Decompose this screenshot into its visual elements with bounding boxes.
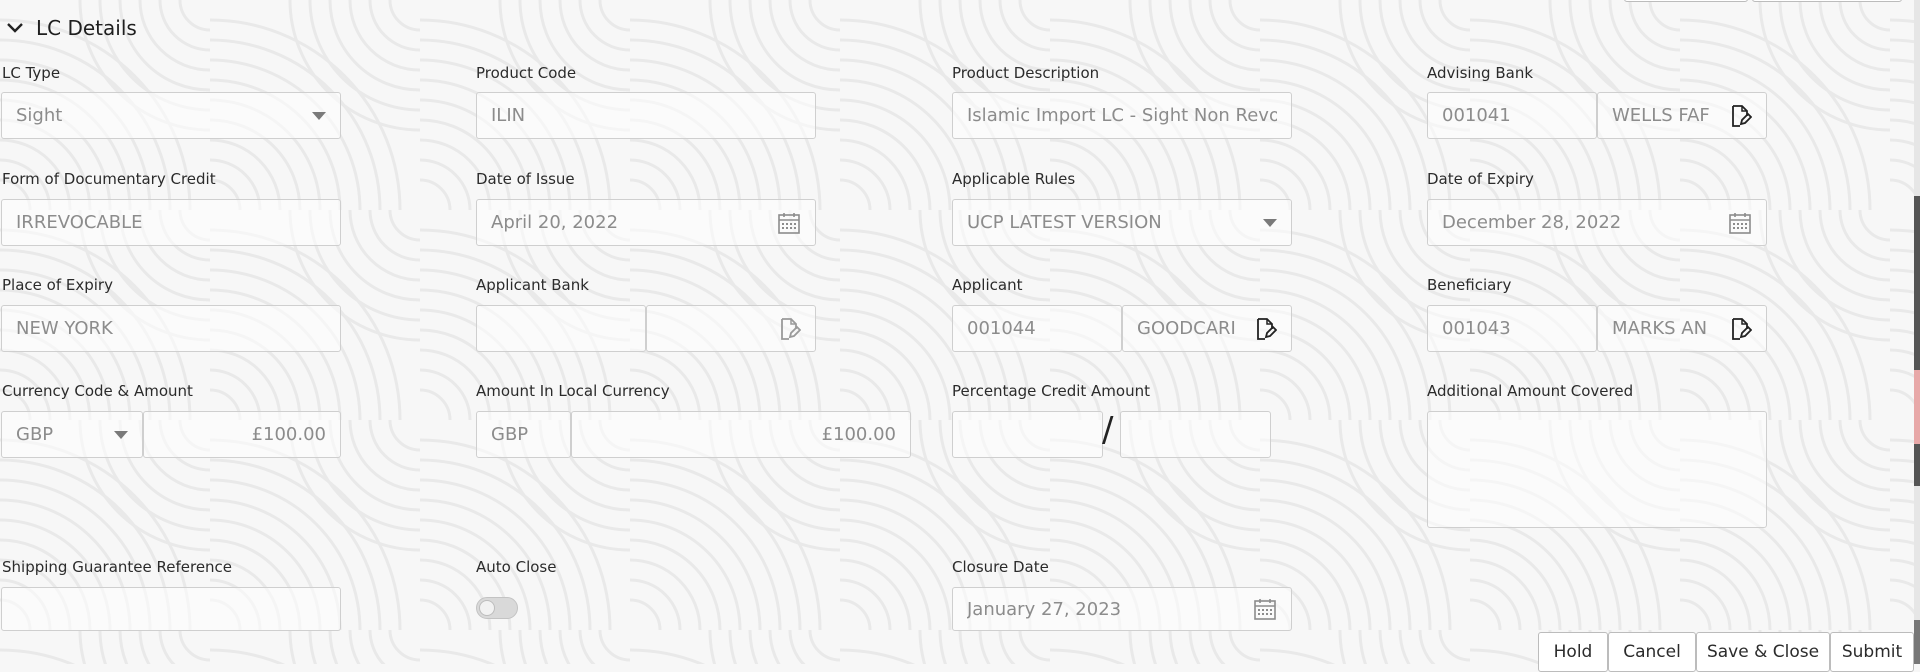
applicable-rules-value: UCP LATEST VERSION xyxy=(967,212,1162,233)
applicant-code-field[interactable]: 001044 xyxy=(952,305,1122,352)
product-code-label: Product Code xyxy=(476,64,577,82)
applicant-bank-code-field[interactable] xyxy=(476,305,646,352)
closure-date-value: January 27, 2023 xyxy=(967,598,1122,620)
currency-code-value: GBP xyxy=(16,424,54,445)
beneficiary-name-field[interactable]: MARKS AN xyxy=(1597,305,1767,352)
beneficiary-name: MARKS AN xyxy=(1612,318,1708,339)
advising-bank-name: WELLS FAF xyxy=(1612,105,1710,126)
local-currency-code: GBP xyxy=(491,424,529,445)
percentage-separator: / xyxy=(1102,410,1114,450)
applicant-label: Applicant xyxy=(952,276,1023,294)
percentage-credit-left-field[interactable] xyxy=(952,411,1103,458)
additional-amount-label: Additional Amount Covered xyxy=(1427,382,1634,400)
chevron-down-icon[interactable] xyxy=(4,17,26,39)
applicant-bank-label: Applicant Bank xyxy=(476,276,589,294)
advising-bank-name-field[interactable]: WELLS FAF xyxy=(1597,92,1767,139)
place-of-expiry-field[interactable]: NEW YORK xyxy=(1,305,341,352)
document-edit-icon[interactable] xyxy=(1728,104,1752,128)
currency-amount-label: Currency Code & Amount xyxy=(2,382,193,400)
advising-bank-code-field[interactable]: 001041 xyxy=(1427,92,1597,139)
product-description-value: Islamic Import LC - Sight Non Revolv xyxy=(967,105,1277,126)
date-of-issue-value: April 20, 2022 xyxy=(491,212,619,233)
closure-date-field[interactable]: January 27, 2023 xyxy=(952,587,1292,631)
lc-type-label: LC Type xyxy=(2,64,61,82)
place-of-expiry-label: Place of Expiry xyxy=(2,276,113,294)
amount-value: £100.00 xyxy=(251,424,326,445)
hold-button[interactable]: Hold xyxy=(1538,632,1608,672)
beneficiary-code: 001043 xyxy=(1442,318,1511,339)
auto-close-toggle[interactable] xyxy=(476,597,518,619)
document-edit-icon[interactable] xyxy=(1253,317,1277,341)
product-code-value: ILIN xyxy=(491,105,526,126)
product-code-field[interactable]: ILIN xyxy=(476,92,816,139)
section-header-lc-details[interactable]: LC Details xyxy=(0,12,137,44)
scrollbar-marker xyxy=(1914,370,1920,444)
advising-bank-label: Advising Bank xyxy=(1427,64,1534,82)
document-edit-icon[interactable] xyxy=(1728,317,1752,341)
beneficiary-label: Beneficiary xyxy=(1427,276,1512,294)
section-title: LC Details xyxy=(36,16,137,40)
place-of-expiry-value: NEW YORK xyxy=(16,318,113,339)
form-of-credit-value: IRREVOCABLE xyxy=(16,212,143,233)
currency-code-select[interactable]: GBP xyxy=(1,411,143,458)
caret-down-icon xyxy=(114,430,128,439)
applicant-name-field[interactable]: GOODCARI xyxy=(1122,305,1292,352)
lc-type-select[interactable]: Sight xyxy=(1,92,341,139)
local-amount-field[interactable]: £100.00 xyxy=(571,411,911,458)
product-description-field[interactable]: Islamic Import LC - Sight Non Revolv xyxy=(952,92,1292,139)
shipping-guarantee-label: Shipping Guarantee Reference xyxy=(2,558,233,576)
percentage-credit-label: Percentage Credit Amount xyxy=(952,382,1150,400)
date-of-expiry-label: Date of Expiry xyxy=(1427,170,1534,188)
applicable-rules-select[interactable]: UCP LATEST VERSION xyxy=(952,199,1292,246)
submit-button[interactable]: Submit xyxy=(1830,632,1914,672)
top-button-partial-1[interactable] xyxy=(1624,0,1748,2)
local-currency-code-field[interactable]: GBP xyxy=(476,411,571,458)
product-description-label: Product Description xyxy=(952,64,1100,82)
caret-down-icon xyxy=(312,111,326,120)
date-of-expiry-value: December 28, 2022 xyxy=(1442,212,1622,233)
applicable-rules-label: Applicable Rules xyxy=(952,170,1076,188)
date-of-issue-field[interactable]: April 20, 2022 xyxy=(476,199,816,246)
calendar-icon[interactable] xyxy=(777,211,801,235)
save-close-button[interactable]: Save & Close xyxy=(1696,632,1830,672)
local-currency-label: Amount In Local Currency xyxy=(476,382,670,400)
applicant-bank-name-field[interactable] xyxy=(646,305,816,352)
additional-amount-textarea[interactable] xyxy=(1427,411,1767,528)
scrollbar-thumb-secondary[interactable] xyxy=(1914,620,1920,664)
form-of-credit-label: Form of Documentary Credit xyxy=(2,170,216,188)
caret-down-icon xyxy=(1263,218,1277,227)
closure-date-label: Closure Date xyxy=(952,558,1049,576)
beneficiary-code-field[interactable]: 001043 xyxy=(1427,305,1597,352)
document-edit-icon[interactable] xyxy=(777,317,801,341)
applicant-name: GOODCARI xyxy=(1137,318,1236,339)
amount-field[interactable]: £100.00 xyxy=(143,411,341,458)
auto-close-label: Auto Close xyxy=(476,558,557,576)
form-of-credit-field[interactable]: IRREVOCABLE xyxy=(1,199,341,246)
shipping-guarantee-field[interactable] xyxy=(1,587,341,631)
calendar-icon[interactable] xyxy=(1253,597,1277,621)
auto-close-toggle-knob xyxy=(479,600,495,616)
local-amount-value: £100.00 xyxy=(821,424,896,445)
calendar-icon[interactable] xyxy=(1728,211,1752,235)
cancel-button[interactable]: Cancel xyxy=(1608,632,1696,672)
applicant-code: 001044 xyxy=(967,318,1036,339)
date-of-expiry-field[interactable]: December 28, 2022 xyxy=(1427,199,1767,246)
percentage-credit-right-field[interactable] xyxy=(1120,411,1271,458)
top-button-partial-2[interactable] xyxy=(1752,0,1902,2)
advising-bank-code: 001041 xyxy=(1442,105,1511,126)
date-of-issue-label: Date of Issue xyxy=(476,170,575,188)
lc-type-value: Sight xyxy=(16,105,63,126)
